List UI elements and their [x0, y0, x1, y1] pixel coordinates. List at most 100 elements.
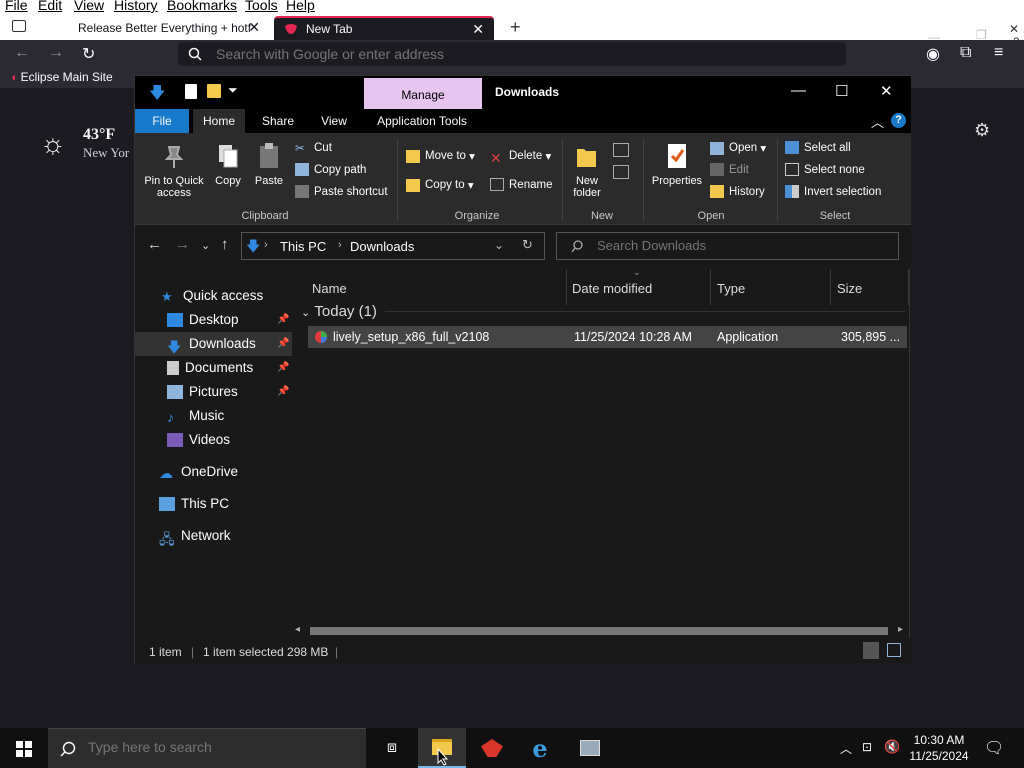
copy-path-button[interactable]: Copy path [295, 163, 366, 176]
taskbar-app[interactable] [566, 728, 614, 768]
taskbar-search[interactable] [48, 728, 366, 768]
url-input[interactable] [216, 45, 816, 63]
close-icon[interactable]: ✕ [880, 82, 893, 100]
horizontal-scrollbar[interactable]: ◂ ▸ [292, 624, 909, 638]
large-icons-view-icon[interactable] [887, 643, 901, 657]
close-icon[interactable]: ✕ [472, 21, 484, 38]
back-icon[interactable]: ← [147, 236, 162, 253]
tab-application-tools[interactable]: Application Tools [365, 109, 479, 133]
minimize-icon[interactable]: — [791, 82, 806, 99]
copy-button[interactable]: Copy [211, 141, 245, 187]
gear-icon[interactable]: ⚙ [974, 120, 990, 141]
menu-file[interactable]: File [5, 0, 28, 13]
open-button[interactable]: Open ▾ [710, 141, 766, 155]
refresh-icon[interactable]: ↻ [522, 237, 533, 253]
up-icon[interactable]: ↑ [221, 236, 229, 253]
column-divider[interactable] [566, 269, 567, 305]
properties-icon[interactable] [185, 84, 197, 99]
close-icon[interactable]: ✕ [248, 19, 260, 36]
column-divider[interactable] [830, 269, 831, 305]
nav-documents[interactable]: Documents [167, 360, 253, 375]
reload-icon[interactable]: ↻ [82, 44, 95, 64]
speaker-muted-icon[interactable]: 🔇 [884, 739, 900, 755]
nav-videos[interactable]: Videos [167, 432, 230, 447]
scroll-left-icon[interactable]: ◂ [295, 624, 300, 635]
scrollbar-thumb[interactable] [310, 627, 888, 635]
breadcrumb-downloads[interactable]: Downloads [350, 239, 414, 254]
new-item-icon[interactable] [613, 143, 629, 157]
column-type[interactable]: Type [717, 281, 745, 296]
tab-release[interactable]: Release Better Everything + hotf ✕ [68, 16, 270, 40]
chevron-down-icon[interactable]: ⌄ [494, 238, 504, 252]
select-none-button[interactable]: Select none [785, 163, 865, 176]
group-header-today[interactable]: ⌄ Today (1) [301, 303, 377, 320]
nav-desktop[interactable]: Desktop [167, 312, 239, 327]
menu-help[interactable]: Help [286, 0, 315, 13]
account-icon[interactable]: ◉ [926, 44, 940, 64]
maximize-icon[interactable]: ☐ [835, 82, 848, 100]
move-to-button[interactable]: Move to ▾ [406, 149, 475, 163]
menu-view[interactable]: View [74, 0, 104, 13]
column-size[interactable]: Size [837, 281, 862, 296]
windows-start-icon[interactable] [16, 741, 32, 757]
pin-icon[interactable]: 📌 [277, 362, 289, 373]
tab-new-tab[interactable]: New Tab ✕ [274, 16, 494, 40]
details-view-icon[interactable] [863, 642, 879, 659]
nav-quick-access[interactable]: ★ Quick access [161, 288, 263, 304]
hamburger-menu-icon[interactable]: ≡ [994, 44, 1003, 62]
properties-button[interactable]: Properties [649, 141, 705, 187]
tab-home[interactable]: Home [193, 109, 245, 133]
menu-history[interactable]: History [114, 0, 158, 13]
tab-manage[interactable]: Manage [364, 78, 482, 109]
nav-network[interactable]: 🖧 Network [159, 528, 231, 547]
nav-downloads[interactable]: 🡇 Downloads [167, 336, 256, 355]
scroll-right-icon[interactable]: ▸ [898, 624, 903, 635]
pin-to-quick-access-button[interactable]: Pin to Quick access [141, 141, 207, 199]
delete-button[interactable]: ✕ Delete ▾ [490, 149, 551, 166]
menu-tools[interactable]: Tools [245, 0, 278, 13]
close-icon[interactable]: ✕ [1009, 22, 1019, 36]
breadcrumb-this-pc[interactable]: This PC [280, 239, 326, 254]
nav-this-pc[interactable]: This PC [159, 496, 229, 511]
nav-music[interactable]: ♪ Music [167, 408, 224, 425]
network-status-icon[interactable]: ⊡ [862, 740, 872, 754]
address-bar[interactable]: 🡇 › This PC › Downloads ⌄ ↻ [241, 232, 545, 260]
chevron-up-icon[interactable]: ︿ [871, 112, 884, 131]
history-button[interactable]: History [710, 185, 765, 198]
recent-locations-chevron-icon[interactable]: ⌄ [201, 239, 210, 252]
column-name[interactable]: Name [312, 281, 347, 296]
easy-access-icon[interactable] [613, 165, 629, 179]
task-view-button[interactable]: ⧈ [368, 728, 416, 768]
search-box[interactable] [556, 232, 899, 260]
table-row[interactable]: lively_setup_x86_full_v2108 11/25/2024 1… [308, 326, 907, 348]
bookmark-eclipse[interactable]: ◖ Eclipse Main Site [10, 70, 113, 84]
chevron-up-icon[interactable]: ︿ [840, 740, 852, 757]
select-all-button[interactable]: Select all [785, 141, 851, 154]
folder-icon[interactable] [207, 84, 221, 98]
tab-view[interactable]: View [309, 109, 359, 133]
taskbar-clock[interactable]: 10:30 AM 11/25/2024 [904, 732, 974, 764]
customize-quick-access-icon[interactable]: ⏷ [228, 83, 238, 98]
tab-list-icon[interactable] [12, 20, 26, 32]
forward-icon[interactable]: → [175, 236, 190, 253]
taskbar-internet-explorer[interactable]: e [516, 728, 564, 768]
extensions-icon[interactable]: ⧉ [960, 44, 971, 62]
paste-button[interactable]: Paste [251, 141, 287, 187]
taskbar-search-input[interactable] [88, 739, 348, 755]
cut-button[interactable]: ✂ Cut [295, 141, 332, 156]
url-bar[interactable] [178, 42, 846, 66]
forward-icon[interactable]: → [48, 44, 64, 62]
column-date-modified[interactable]: Date modified [572, 281, 652, 296]
notifications-icon[interactable]: 🗨 [984, 738, 1004, 758]
pin-icon[interactable]: 📌 [277, 314, 289, 325]
pin-icon[interactable]: 📌 [277, 386, 289, 397]
help-icon[interactable]: ? [891, 113, 906, 128]
menu-edit[interactable]: Edit [38, 0, 62, 13]
column-divider[interactable] [710, 269, 711, 305]
nav-pictures[interactable]: Pictures [167, 384, 238, 399]
rename-button[interactable]: Rename [490, 178, 552, 191]
edit-button[interactable]: Edit [710, 163, 749, 176]
menu-bookmarks[interactable]: Bookmarks [167, 0, 237, 13]
back-icon[interactable]: ← [14, 44, 30, 62]
tab-file[interactable]: File [135, 109, 189, 133]
